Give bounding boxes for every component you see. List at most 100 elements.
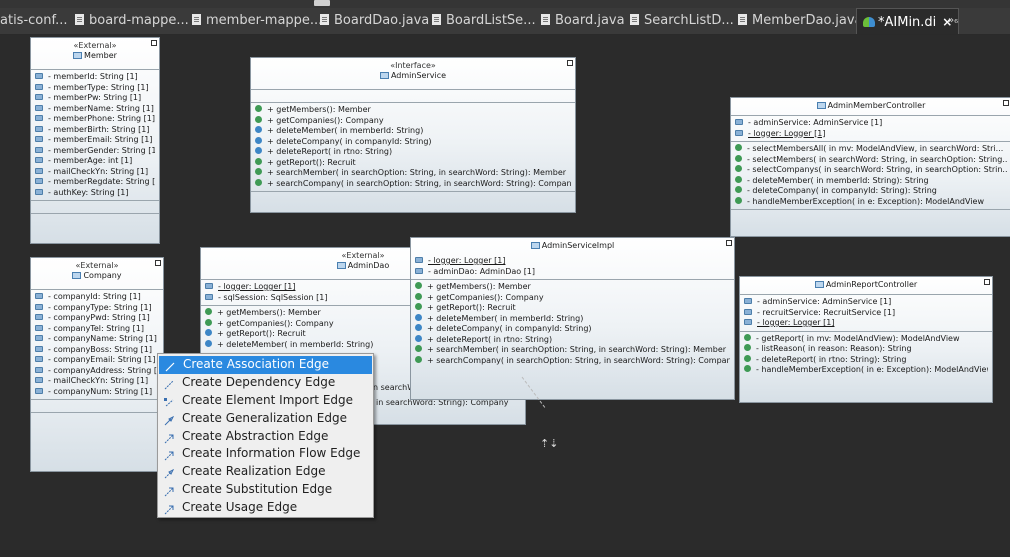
operation-row[interactable]: - handleMemberException( in e: Exception…: [744, 365, 988, 376]
attribute-row[interactable]: - companyType: String [1]: [35, 303, 159, 314]
attribute-row[interactable]: - companyTel: String [1]: [35, 324, 159, 335]
operation-row[interactable]: - deleteReport( in rtno: String): String: [744, 354, 988, 366]
operation-compartment[interactable]: - selectMembersAll( in mv: ModelAndView,…: [731, 141, 1010, 209]
attribute-row[interactable]: - memberGender: String [1]: [35, 146, 155, 157]
attribute-row[interactable]: - adminService: AdminService [1]: [744, 297, 988, 308]
menu-item-information-flow-edge[interactable]: Create Information Flow Edge: [158, 445, 373, 463]
operation-compartment[interactable]: - getReport( in mv: ModelAndView): Model…: [740, 330, 992, 378]
attribute-row[interactable]: - logger: Logger [1]: [415, 256, 730, 267]
operation-row[interactable]: - listReason( in reason: Reason): String: [744, 344, 988, 355]
tab-boardlistservice[interactable]: BoardListSe...: [432, 8, 536, 34]
attribute-row[interactable]: - memberRegdate: String [1]: [35, 177, 155, 188]
class-admin-service[interactable]: «Interface» AdminService + getMembers():…: [250, 57, 576, 213]
tab-board[interactable]: Board.java: [541, 8, 625, 34]
operation-row[interactable]: + getCompanies(): Company: [415, 292, 730, 304]
operation-row[interactable]: + deleteMember( in memberId: String): [415, 313, 730, 325]
operation-row[interactable]: + getMembers(): Member: [415, 282, 730, 293]
attribute-row[interactable]: - adminDao: AdminDao [1]: [415, 267, 730, 278]
operation-row[interactable]: - deleteMember( in memberId: String): St…: [735, 175, 1007, 187]
tab-board-mapper[interactable]: board-mappe...: [75, 8, 189, 34]
operation-compartment[interactable]: + getMembers(): Member + getCompanies():…: [251, 102, 575, 191]
menu-item-substitution-edge[interactable]: Create Substitution Edge: [158, 481, 373, 499]
menu-item-realization-edge[interactable]: Create Realization Edge: [158, 463, 373, 481]
class-company[interactable]: «External» Company - companyId: String […: [30, 257, 164, 472]
operation-row[interactable]: + getReport(): Recruit: [255, 157, 571, 169]
tab-member-mapper[interactable]: member-mappe...: [192, 8, 322, 34]
operation-row[interactable]: - handleMemberException( in e: Exception…: [735, 196, 1007, 208]
nested-compartment[interactable]: [731, 209, 1010, 222]
tab-admin-diagram[interactable]: *AIMin.di ×: [856, 8, 960, 34]
class-admin-report-controller[interactable]: AdminReportController - adminService: Ad…: [739, 276, 993, 403]
operation-row[interactable]: - selectMembersAll( in mv: ModelAndView,…: [735, 144, 1007, 155]
operation-compartment[interactable]: [31, 200, 159, 213]
resize-handle-icon[interactable]: ⇡⇣: [540, 437, 558, 450]
menu-item-element-import-edge[interactable]: Create Element Import Edge: [158, 392, 373, 410]
attribute-row[interactable]: - companyId: String [1]: [35, 292, 159, 303]
attribute-compartment[interactable]: [251, 89, 575, 102]
operation-row[interactable]: - selectMembers( in searchWord: String, …: [735, 154, 1007, 166]
diagram-canvas[interactable]: «External» Member - memberId: String [1]…: [0, 35, 1010, 557]
attribute-row[interactable]: - companyName: String [1]: [35, 334, 159, 345]
attribute-compartment[interactable]: - companyId: String [1] - companyType: S…: [31, 289, 163, 399]
tab-boarddao[interactable]: BoardDao.java: [320, 8, 429, 34]
collapse-icon[interactable]: [155, 260, 161, 266]
attribute-row[interactable]: - logger: Logger [1]: [744, 318, 988, 329]
attribute-row[interactable]: - mailCheckYn: String [1]: [35, 376, 159, 387]
attribute-row[interactable]: - memberType: String [1]: [35, 83, 155, 94]
class-member[interactable]: «External» Member - memberId: String [1]…: [30, 37, 160, 244]
tab-searchlistdto[interactable]: SearchListD...: [630, 8, 734, 34]
menu-item-dependency-edge[interactable]: Create Dependency Edge: [158, 374, 373, 392]
operation-row[interactable]: - getReport( in mv: ModelAndView): Model…: [744, 333, 988, 345]
operation-row[interactable]: + deleteReport( in rtno: String): [255, 147, 571, 158]
collapse-icon[interactable]: [984, 279, 990, 285]
attribute-row[interactable]: - memberPhone: String [1]: [35, 114, 155, 125]
menu-item-usage-edge[interactable]: Create Usage Edge: [158, 499, 373, 517]
operation-row[interactable]: + getCompanies(): Company: [255, 115, 571, 127]
attribute-row[interactable]: - adminService: AdminService [1]: [735, 118, 1007, 129]
attribute-row[interactable]: - memberEmail: String [1]: [35, 135, 155, 146]
attribute-row[interactable]: - companyEmail: String [1]: [35, 355, 159, 366]
operation-compartment[interactable]: [31, 399, 163, 412]
tab-overflow-button[interactable]: »₆: [948, 8, 958, 34]
attribute-compartment[interactable]: - adminService: AdminService [1] - logge…: [731, 115, 1010, 141]
attribute-row[interactable]: - companyAddress: String [1]: [35, 366, 159, 377]
menu-item-abstraction-edge[interactable]: Create Abstraction Edge: [158, 428, 373, 446]
attribute-row[interactable]: - memberBirth: String [1]: [35, 125, 155, 136]
operation-row[interactable]: - deleteCompany( in companyId: String): …: [735, 186, 1007, 197]
attribute-row[interactable]: - companyNum: String [1]: [35, 387, 159, 398]
operation-row[interactable]: + searchCompany( in searchOption: String…: [415, 355, 730, 367]
collapse-icon[interactable]: [567, 60, 573, 66]
menu-item-generalization-edge[interactable]: Create Generalization Edge: [158, 410, 373, 428]
tab-atis-config[interactable]: atis-conf...: [0, 8, 68, 34]
attribute-row[interactable]: - authKey: String [1]: [35, 188, 155, 199]
window-button[interactable]: [314, 0, 330, 6]
attribute-row[interactable]: - companyBoss: String [1]: [35, 345, 159, 356]
attribute-row[interactable]: - recruitService: RecruitService [1]: [744, 308, 988, 319]
attribute-row[interactable]: - companyPwd: String [1]: [35, 313, 159, 324]
operation-row[interactable]: + deleteMember( in memberId: String): [255, 126, 571, 137]
menu-item-association-edge[interactable]: Create Association Edge: [159, 356, 372, 374]
collapse-icon[interactable]: [151, 40, 157, 46]
class-admin-member-controller[interactable]: AdminMemberController - adminService: Ad…: [730, 97, 1010, 237]
attribute-row[interactable]: - logger: Logger [1]: [735, 129, 1007, 140]
attribute-row[interactable]: - memberAge: int [1]: [35, 156, 155, 167]
operation-row[interactable]: + searchCompany( in searchOption: String…: [255, 178, 571, 190]
operation-row[interactable]: + getReport(): Recruit: [415, 303, 730, 314]
tab-memberdao[interactable]: MemberDao.java: [738, 8, 863, 34]
operation-row[interactable]: + deleteCompany( in companyId: String): [415, 324, 730, 335]
operation-compartment[interactable]: + getMembers(): Member + getCompanies():…: [411, 279, 734, 368]
operation-row[interactable]: + deleteCompany( in companyId: String): [255, 136, 571, 148]
attribute-row[interactable]: - mailCheckYn: String [1]: [35, 167, 155, 178]
operation-row[interactable]: + searchMember( in searchOption: String,…: [255, 168, 571, 179]
attribute-compartment[interactable]: - memberId: String [1] - memberType: Str…: [31, 69, 159, 200]
attribute-compartment[interactable]: - logger: Logger [1] - adminDao: AdminDa…: [411, 254, 734, 279]
collapse-icon[interactable]: [726, 240, 732, 246]
operation-row[interactable]: + searchMember( in searchOption: String,…: [415, 345, 730, 356]
attribute-row[interactable]: - memberName: String [1]: [35, 104, 155, 115]
attribute-compartment[interactable]: - adminService: AdminService [1] - recru…: [740, 294, 992, 331]
operation-row[interactable]: - selectCompanys( in searchWord: String,…: [735, 165, 1007, 176]
operation-row[interactable]: + getMembers(): Member: [255, 105, 571, 116]
operation-row[interactable]: + deleteReport( in rtno: String): [415, 334, 730, 346]
class-admin-service-impl[interactable]: AdminServiceImpl - logger: Logger [1] - …: [410, 237, 735, 400]
collapse-icon[interactable]: [1003, 100, 1009, 106]
